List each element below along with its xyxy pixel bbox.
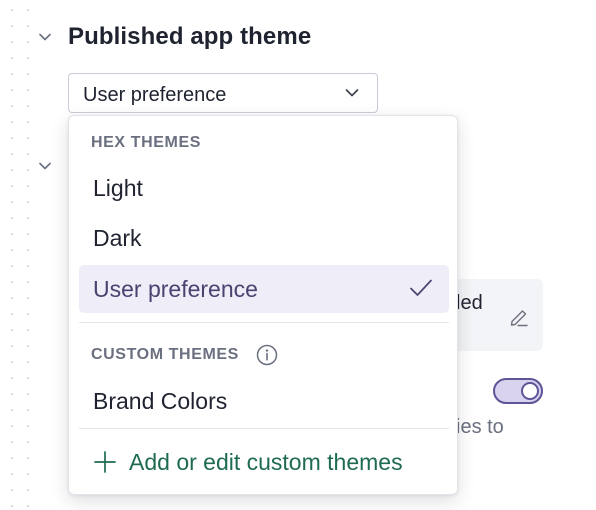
background-card-text: led	[456, 292, 483, 314]
toggle-knob	[521, 382, 539, 400]
toggle-switch[interactable]	[493, 378, 543, 404]
theme-settings-page: Published app theme User preference led …	[0, 0, 596, 510]
add-edit-custom-themes-link[interactable]: Add or edit custom themes	[79, 439, 449, 485]
custom-themes-group-label: CUSTOM THEMES	[91, 346, 239, 363]
theme-select-value: User preference	[83, 84, 227, 106]
menu-item-brand-colors[interactable]: Brand Colors	[79, 377, 449, 425]
chevron-down-icon[interactable]	[39, 160, 51, 172]
menu-item-label: User preference	[93, 276, 258, 302]
section-title: Published app theme	[68, 23, 312, 50]
menu-item-light[interactable]: Light	[79, 164, 449, 212]
dotted-grid-background	[0, 0, 40, 510]
menu-item-label: Light	[93, 175, 143, 201]
edit-icon[interactable]	[508, 306, 530, 328]
background-helper-text: ies to	[456, 416, 504, 438]
hex-themes-group-label: HEX THEMES	[91, 134, 202, 151]
caret-down-icon	[345, 89, 359, 97]
menu-item-user-preference[interactable]: User preference	[79, 265, 449, 313]
info-icon[interactable]	[256, 344, 278, 366]
theme-select[interactable]: User preference	[68, 73, 378, 113]
menu-item-dark[interactable]: Dark	[79, 214, 449, 262]
menu-item-label: Dark	[93, 225, 142, 251]
menu-item-label: Brand Colors	[93, 388, 228, 414]
check-icon	[410, 279, 432, 296]
menu-divider	[79, 322, 449, 323]
chevron-down-icon[interactable]	[39, 31, 51, 43]
menu-divider	[79, 428, 449, 429]
plus-icon	[94, 451, 116, 473]
add-edit-custom-themes-label: Add or edit custom themes	[129, 449, 403, 475]
theme-dropdown-menu: HEX THEMES Light Dark User preference CU…	[68, 115, 458, 495]
